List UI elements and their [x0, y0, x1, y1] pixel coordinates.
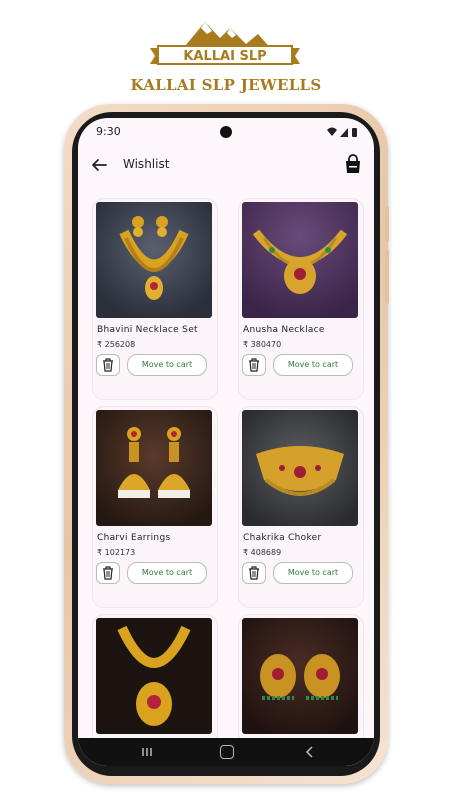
status-bar: 9:30	[78, 118, 374, 144]
signal-icon	[340, 128, 348, 137]
product-image[interactable]	[96, 410, 212, 526]
shopping-bag-icon[interactable]	[344, 154, 362, 174]
earrings-image	[118, 427, 190, 498]
remove-button[interactable]	[96, 354, 120, 376]
product-name: Chakrika Choker	[243, 533, 322, 543]
phone-screen: 9:30 Wishlist Bhavini Necklace Set ₹ 256…	[78, 118, 374, 766]
system-nav-bar	[78, 738, 374, 766]
nav-back-icon[interactable]	[304, 746, 314, 758]
front-camera	[220, 126, 232, 138]
long-necklace-image	[117, 625, 191, 726]
wishlist-card[interactable]: Anusha Necklace ₹ 380470 Move to cart	[238, 198, 364, 400]
product-image[interactable]	[242, 202, 358, 318]
product-image[interactable]	[242, 410, 358, 526]
remove-button[interactable]	[242, 562, 266, 584]
brand-logo-text: KALLAI SLP	[183, 49, 266, 64]
power-button	[385, 250, 389, 304]
wishlist-card[interactable]: Charvi Earrings ₹ 102173 Move to cart	[92, 406, 218, 608]
product-image[interactable]	[96, 618, 212, 734]
brand-header: KALLAI SLP KALLAI SLP JEWELLS	[0, 10, 452, 100]
necklace-set-image	[119, 216, 189, 300]
remove-button[interactable]	[96, 562, 120, 584]
necklace-image	[252, 229, 348, 294]
move-to-cart-button[interactable]: Move to cart	[127, 354, 207, 376]
product-image[interactable]	[96, 202, 212, 318]
battery-icon	[352, 128, 357, 137]
product-image[interactable]	[242, 618, 358, 734]
move-to-cart-button[interactable]: Move to cart	[273, 354, 353, 376]
choker-image	[256, 446, 344, 496]
trash-icon	[103, 358, 113, 372]
jhumka-earrings-image	[260, 654, 340, 700]
product-price: ₹ 102173	[97, 548, 136, 557]
recent-apps-icon[interactable]	[141, 747, 153, 757]
page-title: Wishlist	[123, 157, 170, 171]
wishlist-card[interactable]: Chakrika Choker ₹ 408689 Move to cart	[238, 406, 364, 608]
volume-button	[385, 206, 389, 242]
brand-logo: KALLAI SLP	[150, 22, 300, 65]
product-name: Anusha Necklace	[243, 325, 325, 335]
move-to-cart-button[interactable]: Move to cart	[273, 562, 353, 584]
wifi-icon	[327, 127, 337, 136]
app-bar: Wishlist	[78, 148, 374, 182]
brand-name: KALLAI SLP JEWELLS	[130, 76, 322, 94]
product-price: ₹ 408689	[243, 548, 282, 557]
home-icon[interactable]	[220, 745, 234, 759]
product-price: ₹ 380470	[243, 340, 282, 349]
product-price: ₹ 256208	[97, 340, 136, 349]
wishlist-card[interactable]: Bhavini Necklace Set ₹ 256208 Move to ca…	[92, 198, 218, 400]
trash-icon	[249, 566, 259, 580]
product-name: Charvi Earrings	[97, 533, 171, 543]
arrow-left-icon[interactable]	[90, 156, 108, 174]
remove-button[interactable]	[242, 354, 266, 376]
trash-icon	[249, 358, 259, 372]
product-name: Bhavini Necklace Set	[97, 325, 198, 335]
status-time: 9:30	[96, 125, 121, 138]
status-icons	[327, 127, 357, 137]
trash-icon	[103, 566, 113, 580]
move-to-cart-button[interactable]: Move to cart	[127, 562, 207, 584]
